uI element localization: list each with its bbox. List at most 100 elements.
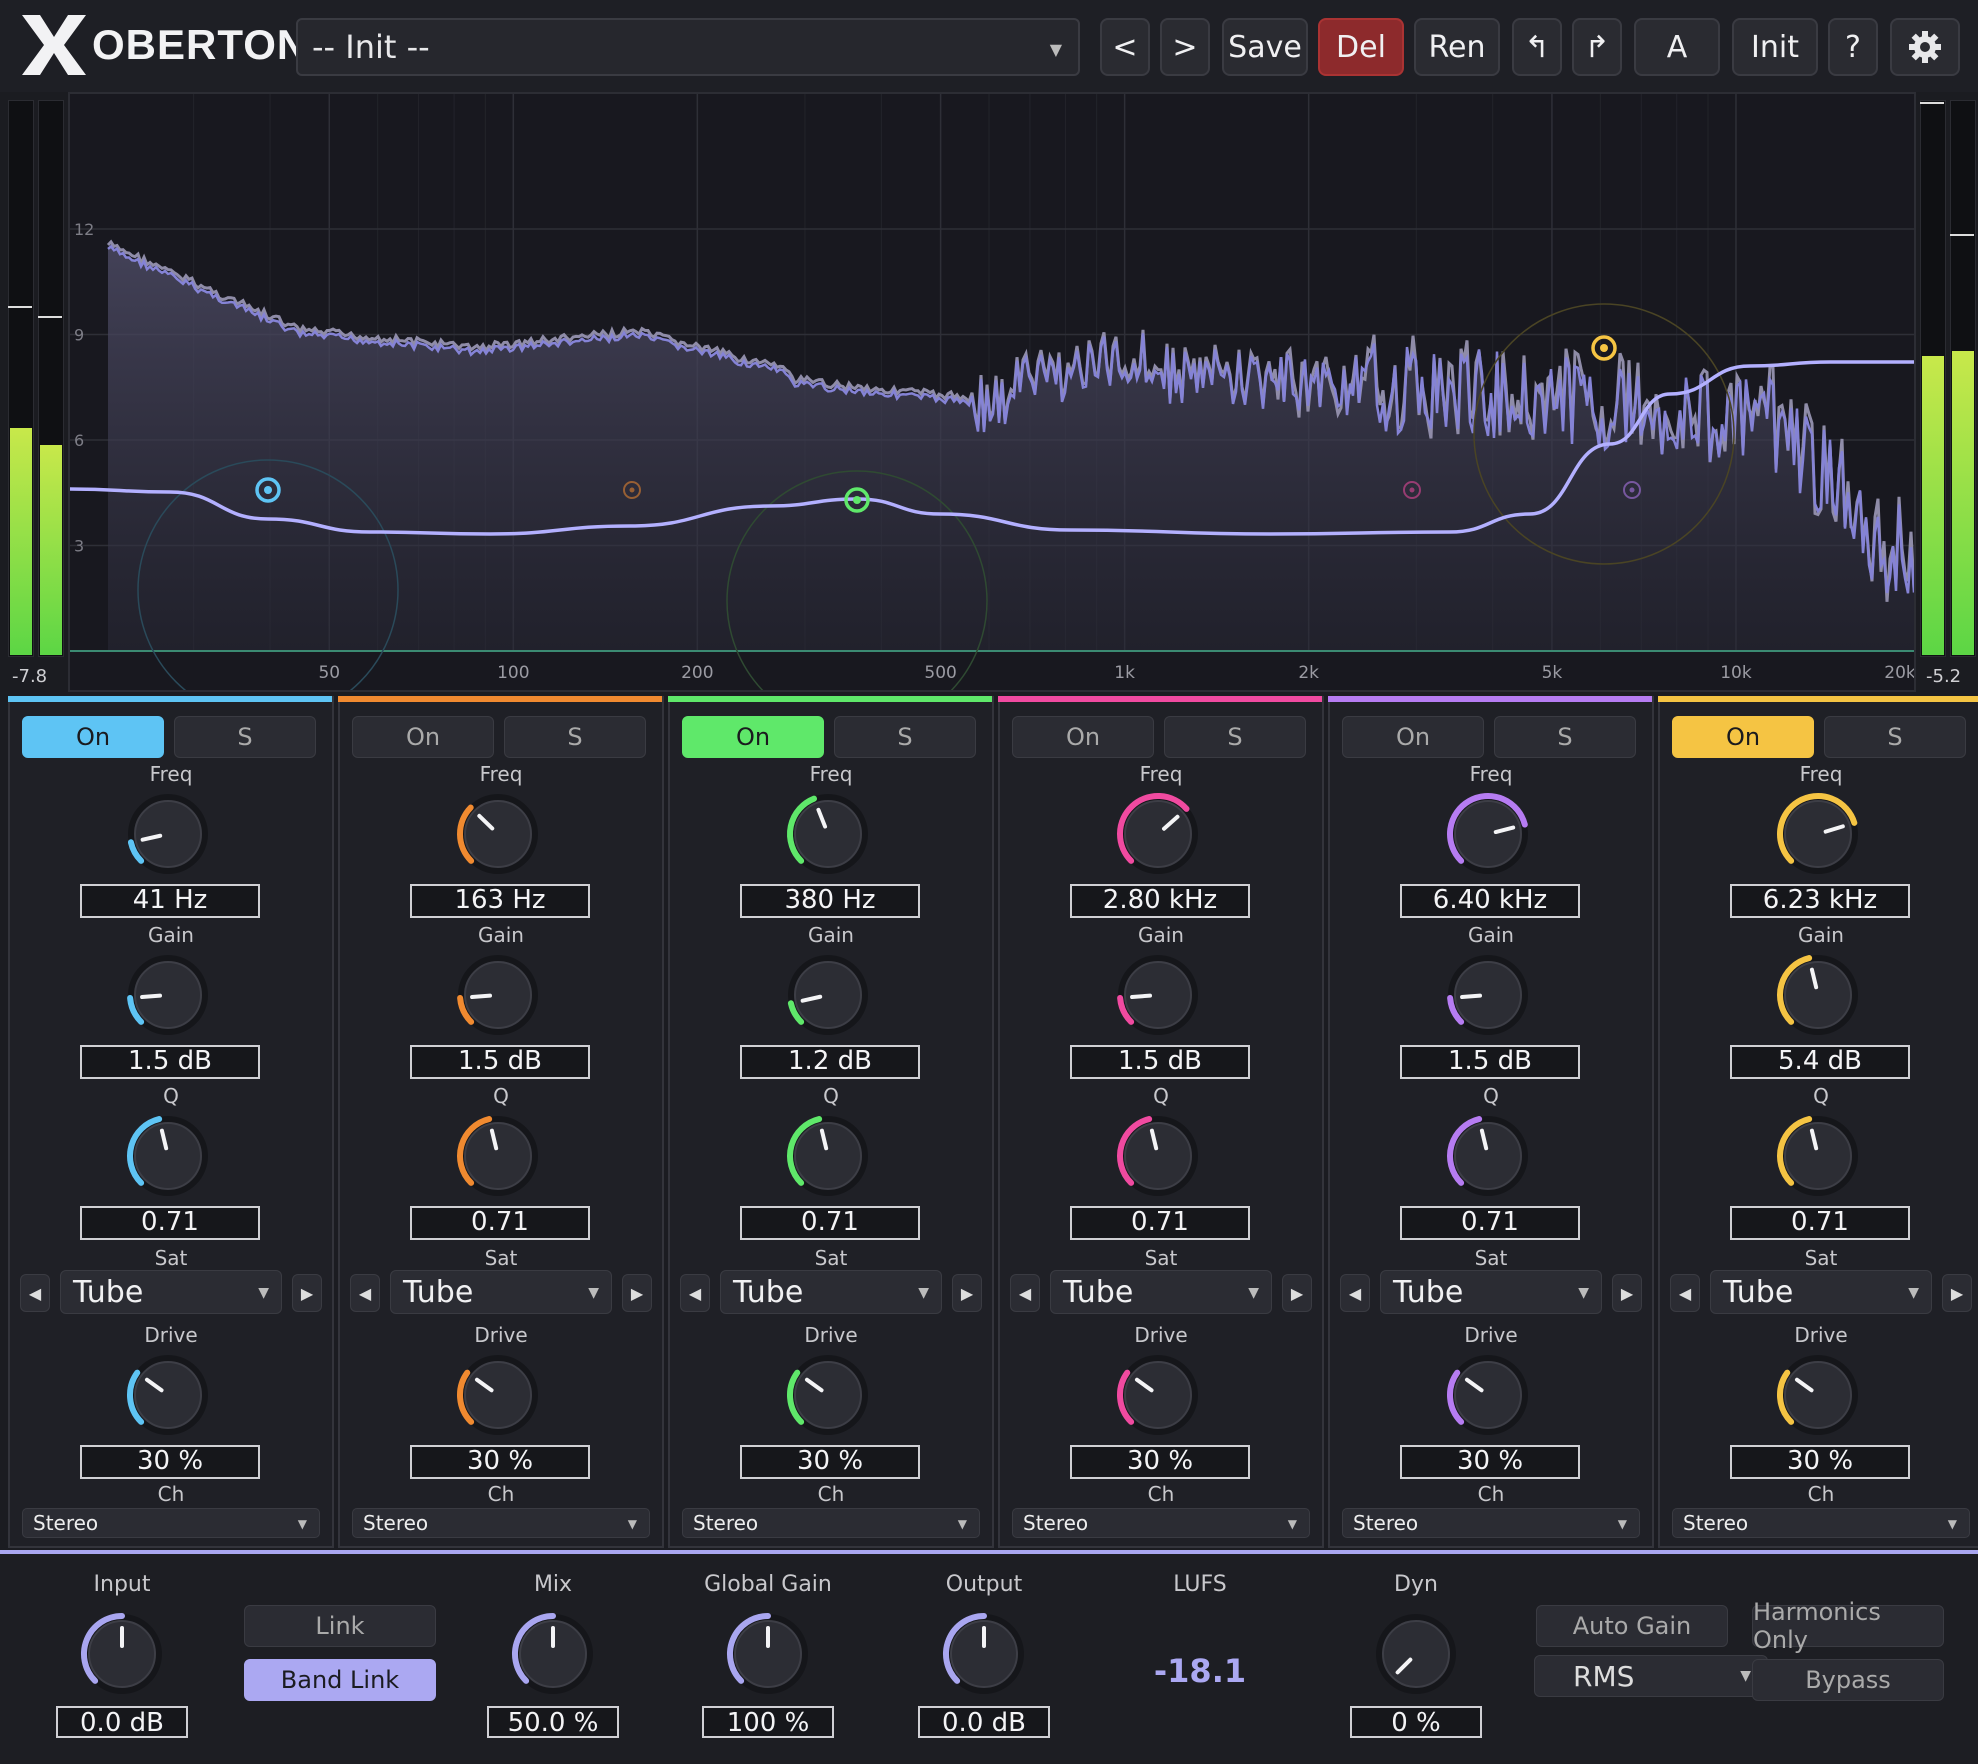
freq-value[interactable]: 163 Hz xyxy=(410,884,590,918)
global-gain-dial[interactable] xyxy=(720,1606,816,1702)
drive-dial[interactable] xyxy=(1110,1347,1206,1443)
freq-dial[interactable] xyxy=(780,786,876,882)
q-knob[interactable] xyxy=(120,1108,216,1204)
band-solo-button[interactable]: S xyxy=(1164,716,1306,758)
freq-knob[interactable] xyxy=(450,786,546,882)
freq-value[interactable]: 380 Hz xyxy=(740,884,920,918)
help-button[interactable]: ? xyxy=(1828,18,1878,76)
sat-prev-button[interactable]: ◀ xyxy=(20,1274,50,1312)
gain-value[interactable]: 1.2 dB xyxy=(740,1045,920,1079)
drive-knob[interactable] xyxy=(1440,1347,1536,1443)
freq-knob[interactable] xyxy=(1770,786,1866,882)
band-on-button[interactable]: On xyxy=(1342,716,1484,758)
q-dial[interactable] xyxy=(120,1108,216,1204)
freq-value[interactable]: 41 Hz xyxy=(80,884,260,918)
band-solo-button[interactable]: S xyxy=(1494,716,1636,758)
q-value[interactable]: 0.71 xyxy=(1400,1206,1580,1240)
sat-prev-button[interactable]: ◀ xyxy=(1340,1274,1370,1312)
rename-button[interactable]: Ren xyxy=(1414,18,1500,76)
sat-type-select[interactable]: Tube ▼ xyxy=(390,1270,612,1314)
band-on-button[interactable]: On xyxy=(22,716,164,758)
q-knob[interactable] xyxy=(1770,1108,1866,1204)
mix-value[interactable]: 50.0 % xyxy=(487,1706,619,1738)
drive-value[interactable]: 30 % xyxy=(1400,1445,1580,1479)
q-knob[interactable] xyxy=(1110,1108,1206,1204)
sat-prev-button[interactable]: ◀ xyxy=(350,1274,380,1312)
drive-dial[interactable] xyxy=(1770,1347,1866,1443)
output-dial[interactable] xyxy=(936,1606,1032,1702)
q-value[interactable]: 0.71 xyxy=(410,1206,590,1240)
band-solo-button[interactable]: S xyxy=(174,716,316,758)
q-value[interactable]: 0.71 xyxy=(740,1206,920,1240)
output-value[interactable]: 0.0 dB xyxy=(918,1706,1050,1738)
freq-value[interactable]: 6.23 kHz xyxy=(1730,884,1910,918)
init-button[interactable]: Init xyxy=(1732,18,1818,76)
channel-select[interactable]: Stereo ▼ xyxy=(682,1508,980,1538)
dyn-dial[interactable] xyxy=(1368,1606,1464,1702)
auto-gain-button[interactable]: Auto Gain xyxy=(1536,1605,1728,1647)
ab-compare-button[interactable]: A xyxy=(1634,18,1720,76)
input-value[interactable]: 0.0 dB xyxy=(56,1706,188,1738)
q-value[interactable]: 0.71 xyxy=(1730,1206,1910,1240)
freq-dial[interactable] xyxy=(1440,786,1536,882)
output-knob[interactable] xyxy=(936,1606,1032,1702)
settings-button[interactable] xyxy=(1890,18,1960,76)
gain-knob[interactable] xyxy=(1110,947,1206,1043)
freq-value[interactable]: 6.40 kHz xyxy=(1400,884,1580,918)
link-button[interactable]: Link xyxy=(244,1605,436,1647)
drive-value[interactable]: 30 % xyxy=(1070,1445,1250,1479)
sat-next-button[interactable]: ▶ xyxy=(1612,1274,1642,1312)
gain-value[interactable]: 5.4 dB xyxy=(1730,1045,1910,1079)
bypass-button[interactable]: Bypass xyxy=(1752,1659,1944,1701)
drive-value[interactable]: 30 % xyxy=(1730,1445,1910,1479)
freq-knob[interactable] xyxy=(1110,786,1206,882)
global-gain-knob[interactable] xyxy=(720,1606,816,1702)
channel-select[interactable]: Stereo ▼ xyxy=(22,1508,320,1538)
band-6-node[interactable] xyxy=(1591,335,1617,361)
drive-knob[interactable] xyxy=(120,1347,216,1443)
q-knob[interactable] xyxy=(450,1108,546,1204)
input-knob[interactable] xyxy=(74,1606,170,1702)
q-dial[interactable] xyxy=(450,1108,546,1204)
next-preset-button[interactable]: > xyxy=(1160,18,1210,76)
gain-dial[interactable] xyxy=(1440,947,1536,1043)
freq-knob[interactable] xyxy=(1440,786,1536,882)
spectrum-display[interactable]: 12 9 6 3 50 100 200 500 1k 2k 5k 10k 20k xyxy=(68,92,1921,732)
freq-dial[interactable] xyxy=(1110,786,1206,882)
gain-knob[interactable] xyxy=(1440,947,1536,1043)
mix-knob[interactable] xyxy=(505,1606,601,1702)
gain-dial[interactable] xyxy=(120,947,216,1043)
band-on-button[interactable]: On xyxy=(1672,716,1814,758)
q-knob[interactable] xyxy=(780,1108,876,1204)
drive-dial[interactable] xyxy=(1440,1347,1536,1443)
gain-value[interactable]: 1.5 dB xyxy=(410,1045,590,1079)
dyn-knob[interactable] xyxy=(1368,1606,1464,1702)
band-on-button[interactable]: On xyxy=(352,716,494,758)
detection-mode-select[interactable]: RMS ▼ xyxy=(1534,1655,1768,1697)
harmonics-only-button[interactable]: Harmonics Only xyxy=(1752,1598,1944,1654)
sat-next-button[interactable]: ▶ xyxy=(952,1274,982,1312)
drive-value[interactable]: 30 % xyxy=(80,1445,260,1479)
gain-value[interactable]: 1.5 dB xyxy=(1070,1045,1250,1079)
spectrum-graph[interactable]: 12 9 6 3 50 100 200 500 1k 2k 5k 10k 20k xyxy=(69,94,1921,732)
undo-button[interactable]: ↰ xyxy=(1512,18,1562,76)
sat-type-select[interactable]: Tube ▼ xyxy=(60,1270,282,1314)
sat-prev-button[interactable]: ◀ xyxy=(680,1274,710,1312)
freq-knob[interactable] xyxy=(120,786,216,882)
drive-dial[interactable] xyxy=(450,1347,546,1443)
q-dial[interactable] xyxy=(1440,1108,1536,1204)
freq-dial[interactable] xyxy=(450,786,546,882)
freq-value[interactable]: 2.80 kHz xyxy=(1070,884,1250,918)
drive-knob[interactable] xyxy=(1110,1347,1206,1443)
sat-type-select[interactable]: Tube ▼ xyxy=(1380,1270,1602,1314)
drive-dial[interactable] xyxy=(780,1347,876,1443)
sat-next-button[interactable]: ▶ xyxy=(1942,1274,1972,1312)
drive-value[interactable]: 30 % xyxy=(740,1445,920,1479)
band-on-button[interactable]: On xyxy=(682,716,824,758)
channel-select[interactable]: Stereo ▼ xyxy=(1012,1508,1310,1538)
gain-dial[interactable] xyxy=(780,947,876,1043)
mix-dial[interactable] xyxy=(505,1606,601,1702)
sat-prev-button[interactable]: ◀ xyxy=(1670,1274,1700,1312)
sat-next-button[interactable]: ▶ xyxy=(1282,1274,1312,1312)
q-dial[interactable] xyxy=(780,1108,876,1204)
